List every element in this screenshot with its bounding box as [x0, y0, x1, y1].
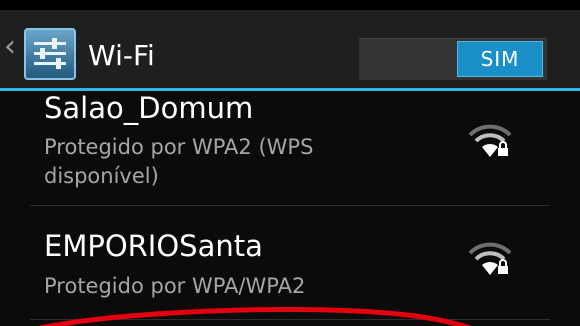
settings-sliders-icon	[34, 38, 66, 69]
wifi-settings-screen: ‹ Wi-Fi SIM Salao_Domum Protegido por WP…	[0, 0, 580, 326]
wifi-locked-icon	[468, 242, 512, 275]
settings-app-icon[interactable]	[24, 28, 76, 80]
network-ssid: EMPORIOSanta	[44, 229, 263, 263]
toggle-on-label[interactable]: SIM	[457, 41, 543, 77]
red-circle-annotation	[39, 307, 471, 326]
status-bar	[0, 0, 580, 10]
wifi-toggle-switch[interactable]: SIM	[359, 38, 547, 80]
network-security-status: Protegido por WPA2 (WPS disponível)	[44, 135, 314, 188]
list-divider	[30, 205, 550, 206]
page-title: Wi-Fi	[88, 39, 155, 72]
network-item-salao-domum[interactable]: Salao_Domum Protegido por WPA2 (WPS disp…	[0, 91, 580, 205]
action-bar: ‹ Wi-Fi SIM	[0, 10, 580, 88]
back-caret-icon[interactable]: ‹	[4, 32, 16, 62]
wifi-locked-icon	[468, 124, 512, 157]
network-list: Salao_Domum Protegido por WPA2 (WPS disp…	[0, 91, 580, 326]
network-ssid: Salao_Domum	[44, 91, 254, 125]
